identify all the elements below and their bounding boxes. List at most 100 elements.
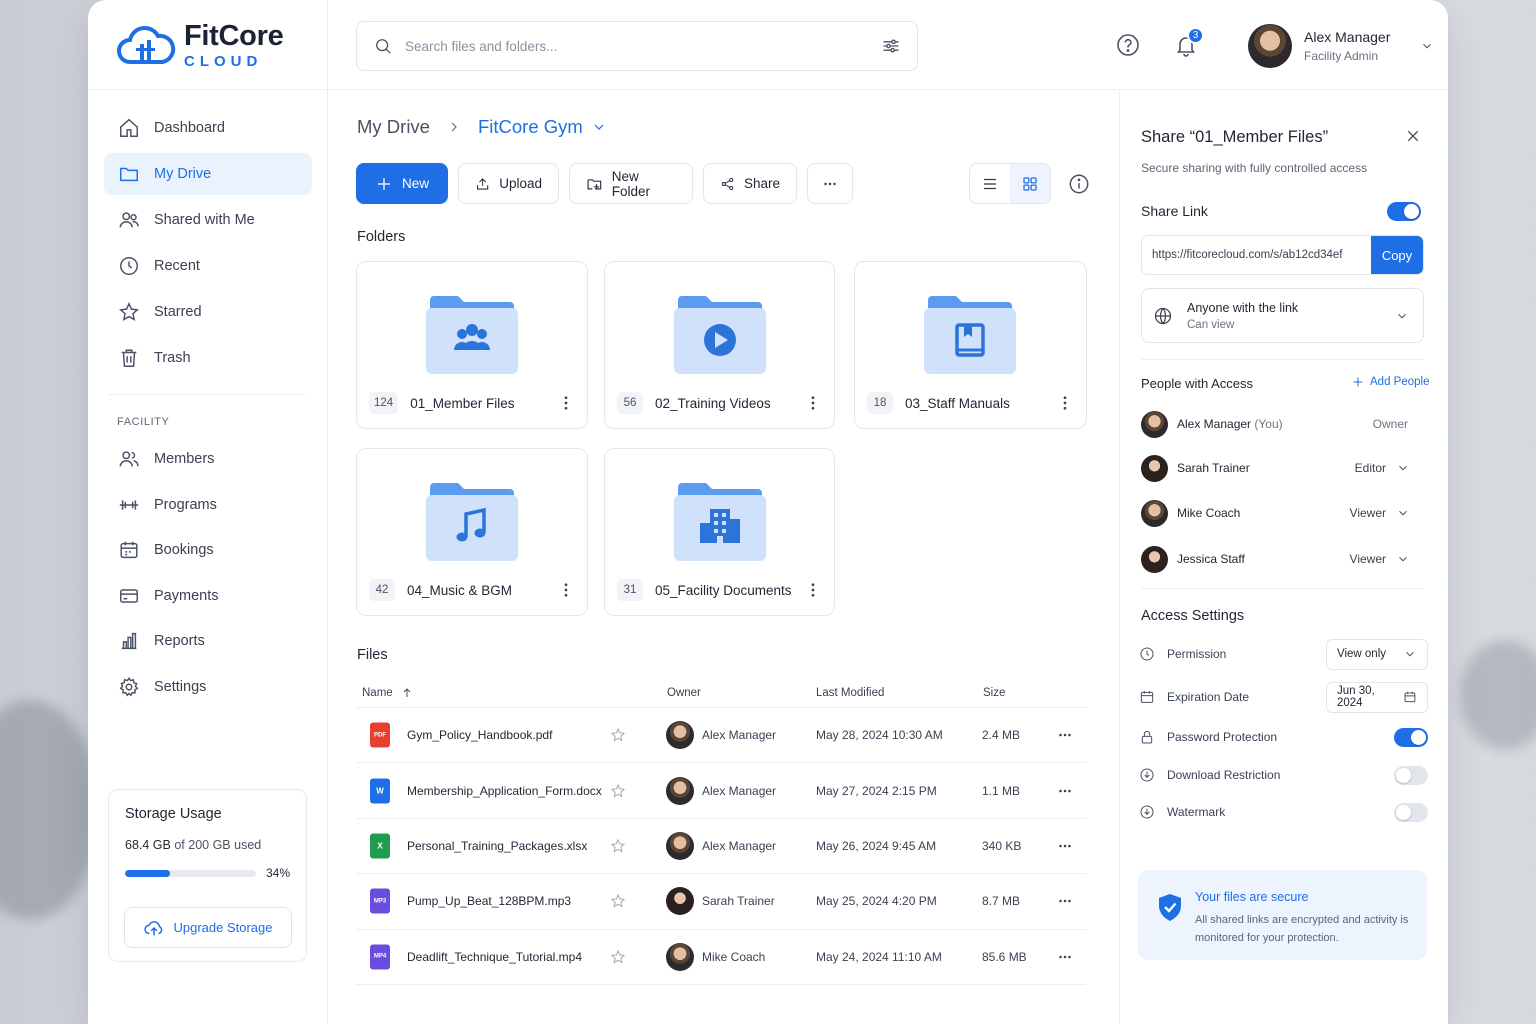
file-owner: Mike Coach [666, 942, 765, 971]
upgrade-storage-button[interactable]: Upgrade Storage [124, 907, 292, 948]
more-actions-button[interactable] [807, 163, 853, 204]
password-setting: Password Protection [1139, 722, 1428, 752]
table-row[interactable]: PDF Gym_Policy_Handbook.pdf Alex Manager… [356, 708, 1086, 764]
password-toggle[interactable] [1394, 727, 1428, 747]
avatar [666, 831, 694, 860]
search-input[interactable] [405, 38, 869, 54]
sidebar-item-settings[interactable]: Settings [104, 666, 312, 708]
sidebar-item-programs[interactable]: Programs [104, 484, 312, 526]
lock-icon [1141, 730, 1153, 744]
new-folder-button[interactable]: New Folder [569, 163, 693, 204]
folder-name: 01_Member Files [410, 395, 515, 411]
table-row[interactable]: W Membership_Application_Form.docx Alex … [356, 763, 1086, 819]
table-row[interactable]: MP3 Pump_Up_Beat_128BPM.mp3 Sarah Traine… [356, 874, 1086, 930]
watermark-toggle[interactable] [1394, 802, 1428, 822]
folder-menu-button[interactable] [804, 394, 822, 412]
file-menu-button[interactable] [1056, 892, 1074, 910]
file-menu-button[interactable] [1056, 726, 1074, 744]
breadcrumb-root[interactable]: My Drive [357, 116, 430, 138]
more-vertical-icon [811, 396, 815, 410]
table-row[interactable]: MP4 Deadlift_Technique_Tutorial.mp4 Mike… [356, 930, 1086, 985]
star-button[interactable] [610, 727, 626, 743]
close-button[interactable] [1405, 128, 1421, 144]
person-role-dropdown[interactable]: Editor [1355, 461, 1410, 475]
close-icon [1407, 130, 1419, 142]
users-icon [119, 212, 139, 228]
person-role-dropdown[interactable]: Viewer [1350, 552, 1410, 566]
star-button[interactable] [610, 949, 626, 965]
cloud-upload-icon [144, 920, 163, 935]
folder-card[interactable]: 31 05_Facility Documents [604, 448, 835, 616]
share-button[interactable]: Share [703, 163, 797, 204]
user-menu[interactable]: Alex Manager Facility Admin [1248, 24, 1434, 68]
column-owner-header[interactable]: Owner [667, 687, 701, 699]
permission-select[interactable]: View only [1326, 638, 1428, 670]
file-menu-button[interactable] [1056, 837, 1074, 855]
new-button[interactable]: New [356, 163, 448, 204]
notifications-button[interactable]: 3 [1174, 27, 1204, 57]
top-header: 3 Alex Manager Facility Admin [328, 0, 1448, 90]
folder-card[interactable]: 42 04_Music & BGM [356, 448, 588, 616]
access-settings-heading: Access Settings [1141, 608, 1245, 624]
user-name: Alex Manager [1304, 29, 1391, 45]
star-icon [610, 838, 626, 853]
table-row[interactable]: X Personal_Training_Packages.xlsx Alex M… [356, 819, 1086, 875]
link-access-dropdown[interactable]: Anyone with the link Can view [1141, 288, 1424, 343]
folders-heading: Folders [357, 229, 406, 245]
expiration-date-input[interactable]: Jun 30, 2024 [1326, 681, 1428, 713]
grid-view-button[interactable] [1010, 164, 1050, 203]
sidebar-item-starred[interactable]: Starred [104, 291, 312, 333]
toolbar: New Upload New Folder Share [356, 163, 853, 204]
folder-building-icon [674, 483, 766, 561]
download-toggle[interactable] [1394, 765, 1428, 785]
sidebar-item-label: Members [154, 451, 215, 467]
folder-card[interactable]: 18 03_Staff Manuals [854, 261, 1087, 429]
copy-link-button[interactable]: Copy [1371, 236, 1423, 274]
sidebar-item-trash[interactable]: Trash [104, 337, 312, 379]
share-link-toggle[interactable] [1387, 202, 1421, 221]
logo[interactable]: FitCore CLOUD [116, 22, 284, 69]
column-size-header[interactable]: Size [983, 687, 1005, 699]
file-menu-button[interactable] [1056, 782, 1074, 800]
folder-card[interactable]: 56 02_Training Videos [604, 261, 835, 429]
sidebar-item-payments[interactable]: Payments [104, 575, 312, 617]
add-people-button[interactable]: Add People [1352, 376, 1429, 388]
folder-menu-button[interactable] [557, 394, 575, 412]
sidebar-item-bookings[interactable]: Bookings [104, 529, 312, 571]
sidebar-item-reports[interactable]: Reports [104, 620, 312, 662]
column-name-header[interactable]: Name [362, 687, 413, 699]
sidebar-item-shared-with-me[interactable]: Shared with Me [104, 199, 312, 241]
more-vertical-icon [564, 396, 568, 410]
star-button[interactable] [610, 783, 626, 799]
person-role-dropdown[interactable]: Viewer [1350, 506, 1410, 520]
star-button[interactable] [610, 838, 626, 854]
list-view-button[interactable] [970, 164, 1010, 203]
help-button[interactable] [1116, 33, 1140, 57]
avatar [1141, 410, 1168, 438]
folder-menu-button[interactable] [804, 581, 822, 599]
info-button[interactable] [1068, 173, 1090, 195]
file-owner-name: Alex Manager [702, 838, 777, 853]
sidebar-item-label: Starred [154, 304, 202, 320]
folder-menu-button[interactable] [557, 581, 575, 599]
share-link-input[interactable] [1142, 236, 1371, 274]
download-setting: Download Restriction [1139, 760, 1428, 790]
sidebar-item-dashboard[interactable]: Dashboard [104, 107, 312, 149]
star-icon [610, 783, 626, 798]
file-type-icon: W [370, 778, 390, 804]
folder-menu-button[interactable] [1056, 394, 1074, 412]
filter-sliders-icon[interactable] [881, 36, 901, 56]
star-button[interactable] [610, 893, 626, 909]
column-modified-header[interactable]: Last Modified [816, 687, 884, 699]
files-heading: Files [357, 647, 388, 663]
sidebar-item-members[interactable]: Members [104, 438, 312, 480]
sidebar-item-label: Shared with Me [154, 212, 255, 228]
sidebar-item-my-drive[interactable]: My Drive [104, 153, 312, 195]
breadcrumb-current[interactable]: FitCore Gym [478, 116, 607, 138]
sidebar-item-recent[interactable]: Recent [104, 245, 312, 287]
folder-card[interactable]: 124 01_Member Files [356, 261, 588, 429]
grid-icon [1023, 176, 1037, 191]
sidebar-item-label: Settings [154, 678, 207, 695]
file-menu-button[interactable] [1056, 948, 1074, 966]
upload-button[interactable]: Upload [458, 163, 559, 204]
